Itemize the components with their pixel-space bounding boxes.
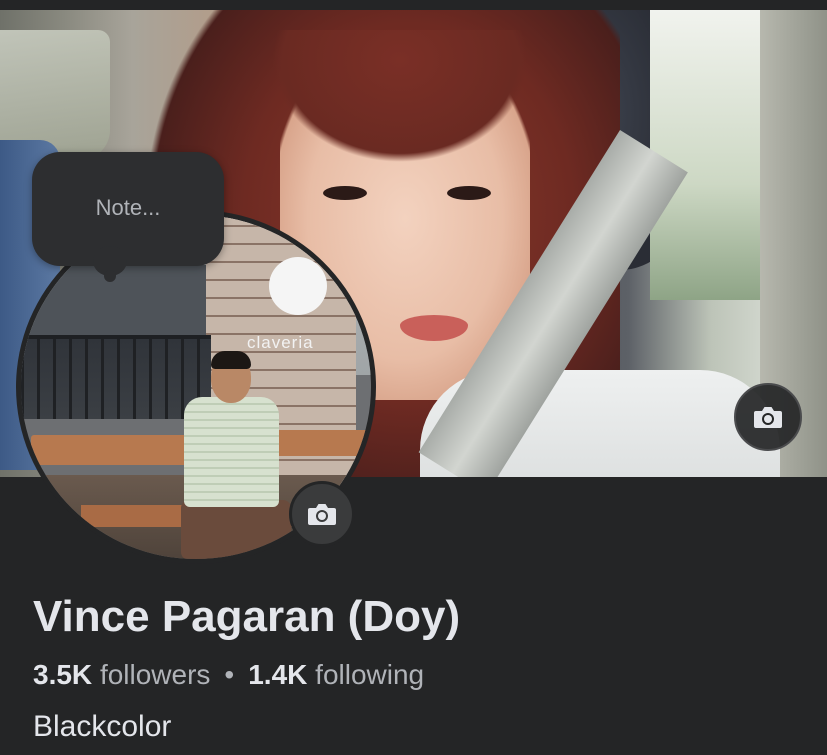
note-placeholder: Note...: [95, 195, 161, 220]
profile-stats: 3.5K followers • 1.4K following: [33, 659, 424, 691]
note-bubble-tail-dot: [104, 270, 116, 282]
cover-photo-eye: [447, 186, 491, 200]
edit-cover-photo-button[interactable]: [734, 383, 802, 451]
profile-picture-person-legs: [181, 500, 291, 559]
cover-photo-window-right: [650, 10, 760, 300]
profile-picture-person-hair: [211, 351, 251, 369]
camera-icon: [754, 407, 782, 428]
following-label: following: [315, 659, 425, 690]
stats-separator: •: [224, 659, 235, 690]
cover-photo-eye: [323, 186, 367, 200]
profile-bio: Blackcolor: [33, 710, 172, 743]
following-link[interactable]: 1.4K following: [248, 659, 424, 690]
profile-picture-logo: [269, 257, 327, 315]
profile-picture-table: [271, 430, 371, 456]
status-strip: [0, 0, 827, 10]
note-bubble[interactable]: Note...: [32, 152, 224, 266]
profile-picture-table: [31, 435, 201, 465]
profile-picture-sign: claveria: [247, 333, 314, 352]
camera-icon: [308, 504, 336, 525]
cover-photo-bangs: [250, 30, 550, 180]
profile-picture-railing: [21, 335, 211, 419]
edit-profile-picture-button[interactable]: [289, 481, 355, 547]
followers-count: 3.5K: [33, 659, 93, 690]
following-count: 1.4K: [248, 659, 308, 690]
profile-name: Vince Pagaran (Doy): [33, 592, 461, 641]
followers-link[interactable]: 3.5K followers: [33, 659, 210, 690]
followers-label: followers: [99, 659, 211, 690]
profile-picture-person-shirt: [184, 397, 279, 507]
